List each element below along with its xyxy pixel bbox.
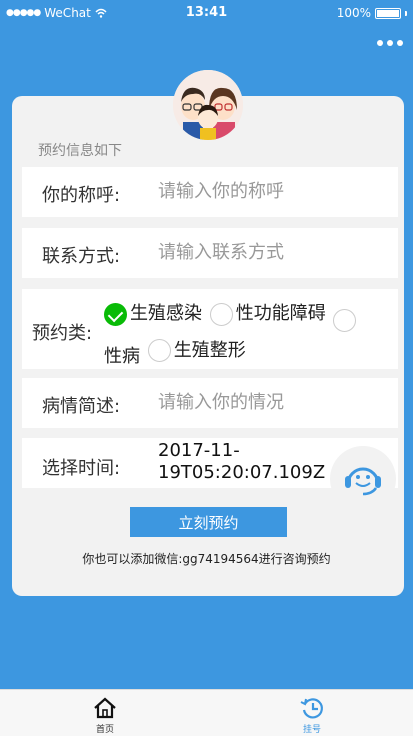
family-illustration-icon [173,70,243,140]
condition-label: 病情简述: [42,396,121,417]
tab-home[interactable]: 首页 [75,696,135,735]
contact-row: 联系方式: [22,228,398,278]
wechat-contact-note: 你也可以添加微信:gg74194564进行咨询预约 [82,552,331,566]
category-radio-group: 生殖感染 性功能障碍 性病 生殖整形 [104,299,392,372]
category-option-std[interactable]: 性病 [104,342,140,372]
more-menu-icon[interactable] [377,40,403,46]
category-option-plastic[interactable]: 生殖整形 [147,336,246,366]
category-option-label: 性病 [104,346,140,367]
condition-row: 病情简述: [22,378,398,428]
condition-input[interactable] [158,392,388,413]
radio-icon[interactable] [333,309,357,332]
contact-label: 联系方式: [42,246,121,267]
tab-register[interactable]: 挂号 [282,696,342,735]
tab-register-label: 挂号 [302,725,321,735]
battery-percent: 100% [336,6,371,20]
radio-icon[interactable] [209,302,233,326]
submit-appointment-button[interactable]: 立刻预约 [130,507,287,537]
home-icon[interactable] [92,696,118,720]
category-option-label: 生殖整形 [173,339,246,361]
category-option-infection[interactable]: 生殖感染 [104,299,202,329]
category-option-label: 性功能障碍 [235,303,326,324]
family-avatar [173,70,243,140]
clock-history-icon[interactable] [299,696,325,720]
tab-home-label: 首页 [95,725,114,735]
category-option-label: 生殖感染 [130,303,202,324]
checked-radio-icon[interactable] [104,302,127,326]
name-row: 你的称呼: [22,167,398,217]
bottom-tab-bar: 首页 挂号 [0,689,413,736]
section-title: 预约信息如下 [38,143,122,159]
category-row: 预约类: 生殖感染 性功能障碍 性病 生殖整形 [22,289,398,369]
category-label: 预约类: [32,323,93,344]
name-label: 你的称呼: [42,185,121,206]
customer-service-button[interactable] [330,446,396,512]
battery-info: 100% [337,6,407,20]
customer-service-icon[interactable] [330,446,396,512]
battery-icon [375,7,401,19]
name-input[interactable] [158,181,388,202]
contact-input[interactable] [158,242,388,263]
category-option-dysfunction[interactable]: 性功能障碍 [209,299,326,329]
time-label: 选择时间: [42,458,121,479]
radio-icon[interactable] [147,339,171,362]
status-bar: ●●●●● WeChat 13:41 100% [0,0,413,26]
battery-tip [405,10,407,16]
time-picker[interactable]: 2017-11-19T05:20:07.109Z [158,440,348,484]
